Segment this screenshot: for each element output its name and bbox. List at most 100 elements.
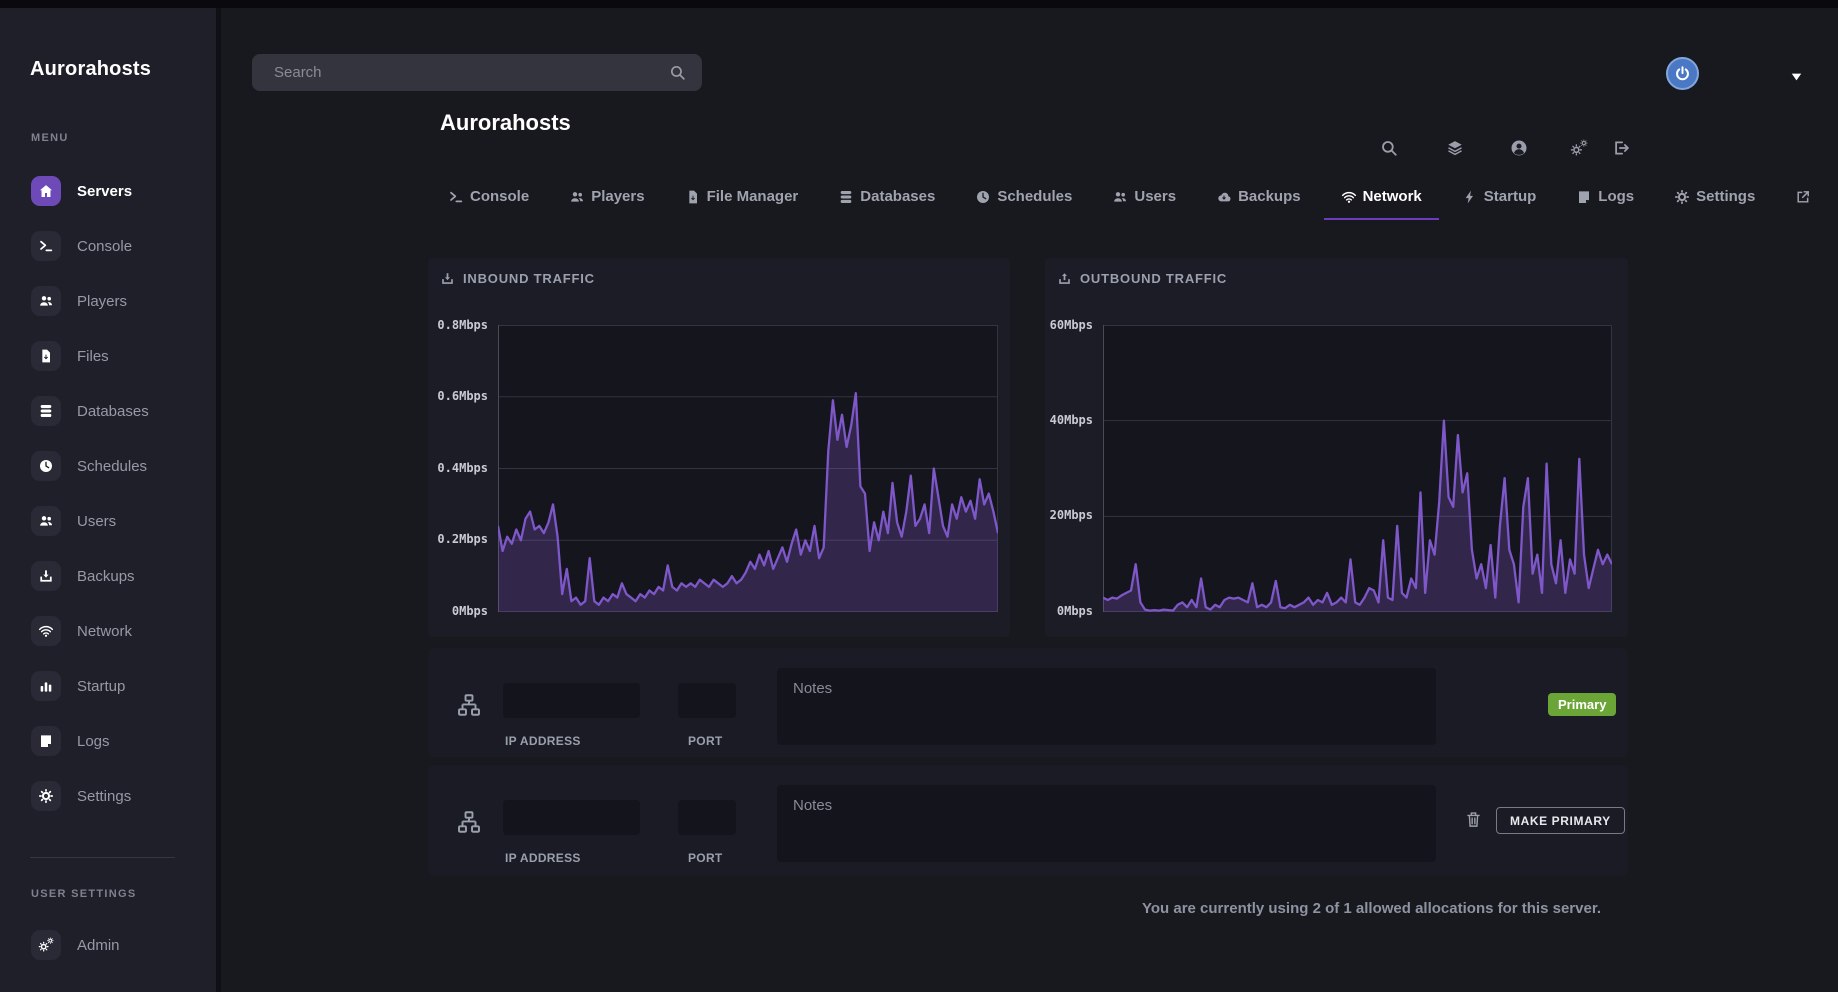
- outbound-traffic-chart: [1103, 325, 1612, 612]
- sidebar-item-schedules[interactable]: Schedules: [31, 451, 149, 481]
- server-tabs: Console Players File Manager Databases S…: [448, 188, 1811, 205]
- sidebar-item-label: Console: [77, 238, 132, 255]
- logout-icon[interactable]: [1612, 139, 1630, 157]
- sidebar-item-users[interactable]: Users: [31, 506, 149, 536]
- tab-settings[interactable]: Settings: [1674, 188, 1755, 205]
- sidebar-item-network[interactable]: Network: [31, 616, 149, 646]
- download-tray-icon: [440, 271, 455, 286]
- inbound-traffic-chart: [498, 325, 998, 612]
- sidebar-item-label: Logs: [77, 733, 110, 750]
- ip-address-field[interactable]: [503, 800, 640, 835]
- sidebar-item-settings[interactable]: Settings: [31, 781, 149, 811]
- sidebar-item-label: Startup: [77, 678, 125, 695]
- top-strip: [0, 0, 1838, 8]
- sidebar-item-console[interactable]: Console: [31, 231, 149, 261]
- bar-chart-icon: [31, 671, 61, 701]
- tab-schedules[interactable]: Schedules: [975, 188, 1072, 205]
- notes-field[interactable]: [777, 785, 1436, 862]
- sidebar-item-label: Players: [77, 293, 127, 310]
- sidebar-item-admin[interactable]: Admin: [31, 930, 120, 960]
- inbound-traffic-title: INBOUND TRAFFIC: [440, 271, 595, 286]
- gear-icon: [31, 781, 61, 811]
- port-field[interactable]: [678, 800, 736, 835]
- bolt-icon: [1462, 189, 1478, 205]
- terminal-icon: [448, 189, 464, 205]
- cogs-icon[interactable]: [1570, 139, 1588, 157]
- y-axis-tick-label: 0.8Mbps: [437, 318, 488, 332]
- y-axis-tick-label: 0.6Mbps: [437, 389, 488, 403]
- tab-network[interactable]: Network: [1341, 188, 1422, 205]
- tab-players[interactable]: Players: [569, 188, 644, 205]
- server-panel: Aurorahosts MENU Servers Console Players…: [0, 0, 1838, 992]
- global-search: [252, 54, 702, 91]
- tab-databases[interactable]: Databases: [838, 188, 935, 205]
- search-input[interactable]: [252, 54, 702, 91]
- sidebar-item-logs[interactable]: Logs: [31, 726, 149, 756]
- sidebar-item-label: Backups: [77, 568, 135, 585]
- database-icon: [838, 189, 854, 205]
- database-icon: [31, 396, 61, 426]
- outbound-traffic-title: OUTBOUND TRAFFIC: [1057, 271, 1227, 286]
- backup-icon: [31, 561, 61, 591]
- tab-users[interactable]: Users: [1112, 188, 1176, 205]
- users-icon: [1112, 189, 1128, 205]
- sidebar-item-label: Admin: [77, 937, 120, 954]
- make-primary-button[interactable]: MAKE PRIMARY: [1496, 807, 1625, 834]
- y-axis-tick-label: 0.2Mbps: [437, 532, 488, 546]
- tab-startup[interactable]: Startup: [1462, 188, 1537, 205]
- chevron-down-icon[interactable]: [1790, 69, 1803, 79]
- account-icon[interactable]: [1510, 139, 1528, 157]
- note-icon: [31, 726, 61, 756]
- layers-icon[interactable]: [1446, 139, 1464, 157]
- sidebar-item-backups[interactable]: Backups: [31, 561, 149, 591]
- port-label: PORT: [688, 734, 723, 748]
- sitemap-icon: [456, 809, 482, 835]
- cogs-icon: [31, 930, 61, 960]
- clock-icon: [31, 451, 61, 481]
- sidebar-divider-line: [30, 857, 175, 858]
- sidebar-content-divider: [216, 8, 221, 992]
- terminal-icon: [31, 231, 61, 261]
- users-icon: [31, 506, 61, 536]
- sidebar-item-label: Users: [77, 513, 116, 530]
- notes-field[interactable]: [777, 668, 1436, 745]
- power-logo[interactable]: [1666, 57, 1699, 90]
- sidebar-item-label: Network: [77, 623, 132, 640]
- port-field[interactable]: [678, 683, 736, 718]
- users-icon: [31, 286, 61, 316]
- search-icon: [669, 64, 686, 81]
- note-icon: [1576, 189, 1592, 205]
- sidebar-item-files[interactable]: Files: [31, 341, 149, 371]
- inbound-traffic-card: INBOUND TRAFFIC 0.8Mbps0.6Mbps0.4Mbps0.2…: [428, 258, 1010, 637]
- sidebar-item-servers[interactable]: Servers: [31, 176, 149, 206]
- clock-icon: [975, 189, 991, 205]
- search-icon[interactable]: [1380, 139, 1398, 157]
- external-link-icon: [1795, 189, 1811, 205]
- sidebar-item-startup[interactable]: Startup: [31, 671, 149, 701]
- y-axis-tick-label: 20Mbps: [1050, 508, 1093, 522]
- sidebar-item-label: Files: [77, 348, 109, 365]
- sidebar: Aurorahosts MENU Servers Console Players…: [0, 8, 216, 992]
- sidebar-item-players[interactable]: Players: [31, 286, 149, 316]
- tab-file-manager[interactable]: File Manager: [685, 188, 799, 205]
- brand-logo: Aurorahosts: [30, 58, 151, 81]
- allocation-row: IP ADDRESS PORT MAKE PRIMARY: [428, 765, 1628, 876]
- port-label: PORT: [688, 851, 723, 865]
- tab-backups[interactable]: Backups: [1216, 188, 1301, 205]
- delete-allocation-icon[interactable]: [1464, 809, 1483, 829]
- sidebar-item-label: Settings: [77, 788, 131, 805]
- tab-console[interactable]: Console: [448, 188, 529, 205]
- allocations-usage-note: You are currently using 2 of 1 allowed a…: [428, 900, 1601, 917]
- file-icon: [685, 189, 701, 205]
- sidebar-nav: Servers Console Players Files Databases …: [31, 176, 149, 811]
- ip-address-field[interactable]: [503, 683, 640, 718]
- open-in-new-tab-button[interactable]: [1795, 189, 1811, 205]
- sidebar-section-user-settings: USER SETTINGS: [31, 888, 137, 900]
- cloud-icon: [1216, 189, 1232, 205]
- tab-logs[interactable]: Logs: [1576, 188, 1634, 205]
- sidebar-item-label: Servers: [77, 183, 132, 200]
- sidebar-item-label: Databases: [77, 403, 149, 420]
- sidebar-section-menu: MENU: [31, 132, 69, 144]
- ip-address-label: IP ADDRESS: [505, 734, 581, 748]
- sidebar-item-databases[interactable]: Databases: [31, 396, 149, 426]
